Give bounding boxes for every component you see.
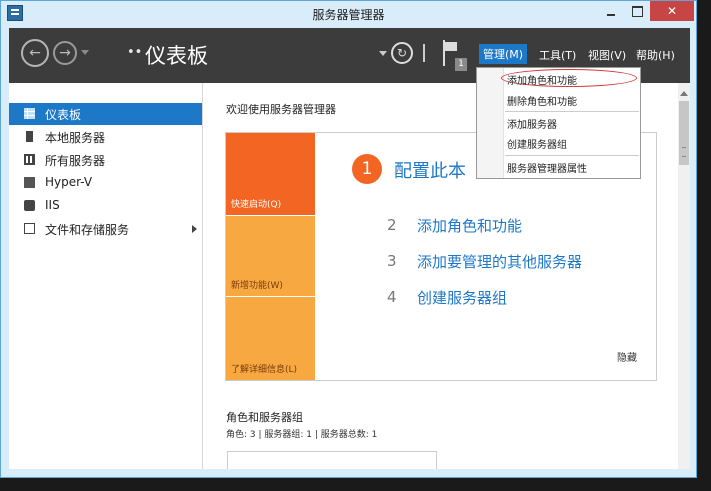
tile-label: 快速启动(Q): [231, 200, 282, 210]
nav-history-dropdown[interactable]: [81, 50, 89, 59]
tile-quick-start[interactable]: 快速启动(Q): [226, 133, 315, 215]
sidebar-item-all-servers[interactable]: 所有服务器: [9, 149, 202, 171]
title-bar[interactable]: 服务器管理器: [1, 1, 696, 28]
server-manager-window: 服务器管理器 ← → •• 仪表板 ↻ 1 管理(M) 工具(T) 视图(V) …: [0, 0, 697, 478]
menu-separator: [505, 155, 639, 156]
roles-groups-heading: 角色和服务器组: [226, 411, 303, 424]
menu-item-add-servers[interactable]: 添加服务器: [507, 116, 557, 131]
menu-item-create-group[interactable]: 创建服务器组: [507, 136, 567, 151]
hide-link[interactable]: 隐藏: [617, 349, 637, 364]
step-add-roles-link[interactable]: 添加角色和功能: [417, 215, 522, 236]
header-divider: [423, 44, 425, 62]
breadcrumb-dropdown[interactable]: [379, 51, 387, 60]
menu-item-add-roles[interactable]: 添加角色和功能: [507, 72, 577, 87]
step-number: 2: [387, 216, 397, 234]
sidebar: 仪表板 本地服务器 所有服务器 Hyper-V IIS 文件和存储服务: [9, 83, 203, 469]
sidebar-item-iis[interactable]: IIS: [9, 195, 202, 217]
step-configure-link[interactable]: 配置此本: [394, 157, 466, 183]
breadcrumb-separator-icon: ••: [127, 45, 143, 60]
sidebar-item-hyper-v[interactable]: Hyper-V: [9, 172, 202, 194]
window-title: 服务器管理器: [312, 8, 385, 22]
sidebar-item-file-storage[interactable]: 文件和存储服务: [9, 218, 202, 240]
sidebar-item-label: 文件和存储服务: [45, 223, 130, 237]
sidebar-item-label: Hyper-V: [45, 175, 93, 189]
page-title: 仪表板: [145, 44, 208, 68]
notification-badge: 1: [455, 58, 467, 71]
iis-icon: [24, 200, 35, 211]
step-create-group-link[interactable]: 创建服务器组: [417, 287, 507, 308]
dashboard-icon: [24, 108, 35, 119]
sidebar-item-dashboard[interactable]: 仪表板: [9, 103, 202, 125]
forward-button[interactable]: →: [53, 41, 77, 65]
step-number: 4: [387, 288, 397, 306]
menu-item-properties[interactable]: 服务器管理器属性: [507, 160, 587, 175]
refresh-icon[interactable]: ↻: [391, 42, 413, 64]
menu-tools[interactable]: 工具(T): [539, 47, 576, 63]
tile-learn-more[interactable]: 了解详细信息(L): [226, 296, 315, 380]
sidebar-item-label: IIS: [45, 198, 60, 212]
menu-separator: [505, 111, 639, 112]
menu-gutter: [477, 68, 504, 178]
sidebar-item-label: 仪表板: [45, 108, 82, 122]
menu-view[interactable]: 视图(V): [588, 47, 626, 63]
scroll-up-icon[interactable]: [680, 87, 688, 96]
maximize-button[interactable]: [624, 1, 650, 21]
vertical-scrollbar[interactable]: [678, 83, 690, 469]
tile-whats-new[interactable]: 新增功能(W): [226, 215, 315, 296]
sidebar-item-label: 所有服务器: [45, 154, 106, 168]
file-storage-icon: [24, 223, 35, 234]
tile-label: 新增功能(W): [231, 281, 283, 291]
grip-icon: [682, 147, 686, 157]
step-number: 3: [387, 252, 397, 270]
sidebar-item-label: 本地服务器: [45, 131, 106, 145]
tile-label: 了解详细信息(L): [231, 365, 298, 375]
expand-arrow-icon[interactable]: [192, 225, 201, 233]
role-card[interactable]: [227, 451, 437, 469]
menu-manage[interactable]: 管理(M): [479, 44, 528, 64]
menu-item-remove-roles[interactable]: 删除角色和功能: [507, 93, 577, 108]
minimize-button[interactable]: [598, 1, 624, 21]
menu-help[interactable]: 帮助(H): [636, 47, 675, 63]
welcome-heading: 欢迎使用服务器管理器: [226, 103, 336, 116]
scroll-thumb[interactable]: [679, 101, 689, 165]
server-icon: [26, 131, 33, 142]
step-number-badge: 1: [352, 154, 382, 184]
step-add-servers-link[interactable]: 添加要管理的其他服务器: [417, 251, 582, 272]
roles-groups-summary: 角色: 3 | 服务器组: 1 | 服务器总数: 1: [226, 430, 378, 440]
hyper-v-icon: [24, 177, 35, 188]
sidebar-item-local-server[interactable]: 本地服务器: [9, 126, 202, 148]
close-button[interactable]: [650, 1, 694, 21]
servers-icon: [24, 154, 35, 165]
back-button[interactable]: ←: [21, 39, 49, 67]
manage-dropdown-menu: 添加角色和功能 删除角色和功能 添加服务器 创建服务器组 服务器管理器属性: [476, 67, 641, 179]
